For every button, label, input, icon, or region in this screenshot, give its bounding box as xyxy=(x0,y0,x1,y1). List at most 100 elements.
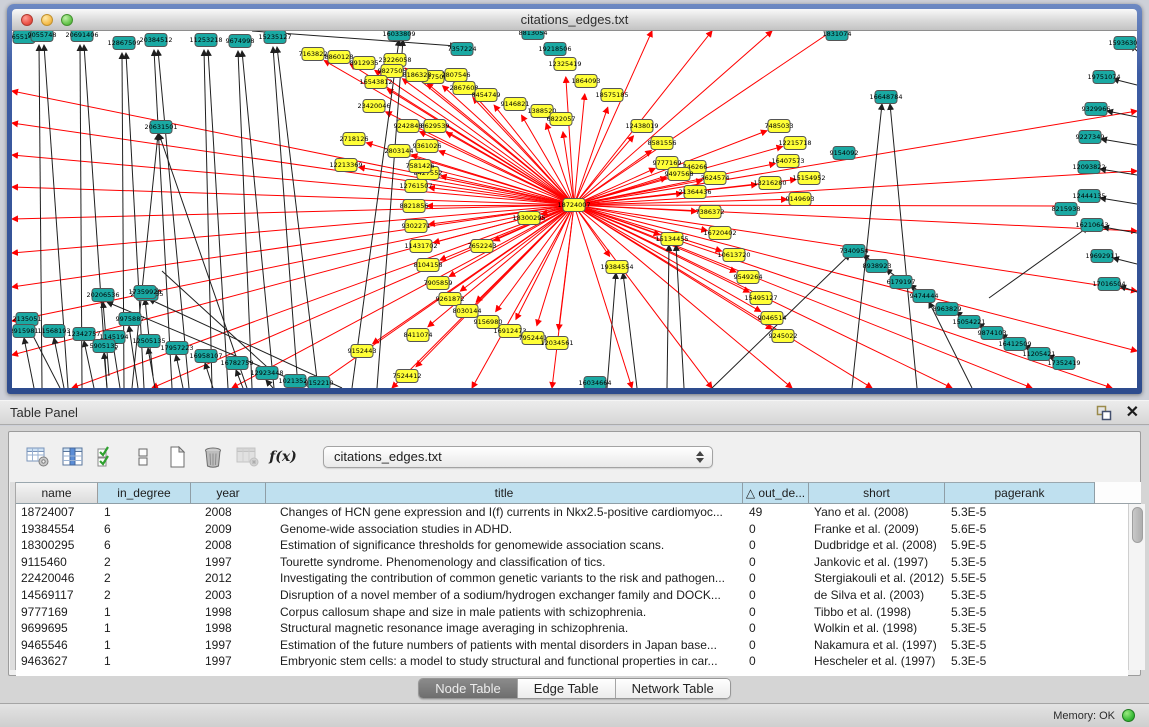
delete-column-icon[interactable] xyxy=(200,445,226,469)
cell[interactable]: 2012 xyxy=(191,570,266,587)
cell[interactable]: 0 xyxy=(743,620,809,637)
cell[interactable]: 0 xyxy=(743,653,809,670)
cell[interactable]: Estimation of significance thresholds fo… xyxy=(266,537,743,554)
column-header-in_degree[interactable]: in_degree xyxy=(98,482,191,504)
graph-node[interactable]: 5905135 xyxy=(90,340,119,353)
table-row[interactable]: 1830029562008Estimation of significance … xyxy=(16,537,1128,554)
graph-node[interactable]: 8963829 xyxy=(933,303,962,316)
graph-node-selected[interactable]: 7581426 xyxy=(406,160,435,173)
cell[interactable]: Genome-wide association studies in ADHD. xyxy=(266,521,743,538)
graph-node[interactable]: 15936302 xyxy=(1108,37,1137,50)
cell[interactable]: 1998 xyxy=(191,604,266,621)
graph-node-selected[interactable]: 16407573 xyxy=(771,155,804,168)
table-row[interactable]: 969969511998Structural magnetic resonanc… xyxy=(16,620,1128,637)
graph-node-selected[interactable]: 12215718 xyxy=(778,137,811,150)
cell[interactable]: 22420046 xyxy=(16,570,98,587)
cell[interactable]: 1997 xyxy=(191,637,266,654)
window-titlebar[interactable]: citations_edges.txt xyxy=(12,9,1137,31)
select-columns-icon[interactable] xyxy=(95,445,121,469)
tab-edge-table[interactable]: Edge Table xyxy=(518,679,616,698)
cell[interactable]: 19384554 xyxy=(16,521,98,538)
close-panel-icon[interactable]: ✕ xyxy=(1126,405,1139,421)
graph-node-selected[interactable]: 6822057 xyxy=(547,113,576,126)
cell[interactable]: 2009 xyxy=(191,521,266,538)
graph-node-selected[interactable]: 8411074 xyxy=(404,329,433,342)
graph-node-selected[interactable]: 7163822 xyxy=(299,48,328,61)
graph-node-selected[interactable]: 12438019 xyxy=(625,120,658,133)
graph-node[interactable]: 12444135 xyxy=(1072,190,1105,203)
cell[interactable]: 5.3E-5 xyxy=(945,504,1095,521)
column-header-pagerank[interactable]: pagerank xyxy=(945,482,1095,504)
cell[interactable]: 2003 xyxy=(191,587,266,604)
table-row[interactable]: 2242004622012Investigating the contribut… xyxy=(16,570,1128,587)
graph-node[interactable]: 19218506 xyxy=(538,43,571,56)
graph-node-selected[interactable]: 7485033 xyxy=(765,120,794,133)
graph-node-selected[interactable]: 7652243 xyxy=(468,240,497,253)
cell[interactable]: 1 xyxy=(98,653,191,670)
cell[interactable]: 5.3E-5 xyxy=(945,620,1095,637)
graph-node[interactable]: 16033809 xyxy=(382,31,415,41)
graph-node-selected[interactable]: 9261872 xyxy=(436,293,465,306)
cell[interactable]: Embryonic stem cells: a model to study s… xyxy=(266,653,743,670)
cell[interactable]: 0 xyxy=(743,604,809,621)
graph-node-selected[interactable]: 10613720 xyxy=(717,249,750,262)
cell[interactable]: de Silva et al. (2003) xyxy=(809,587,945,604)
graph-node[interactable]: 7357224 xyxy=(448,43,477,56)
cell[interactable]: 2 xyxy=(98,554,191,571)
graph-node-selected[interactable]: 12034561 xyxy=(540,337,573,350)
cell[interactable]: Estimation of the future numbers of pati… xyxy=(266,637,743,654)
graph-node[interactable]: 16958107 xyxy=(189,350,222,363)
cell[interactable]: 5.3E-5 xyxy=(945,604,1095,621)
cell[interactable]: 0 xyxy=(743,554,809,571)
table-selector-dropdown[interactable]: citations_edges.txt xyxy=(323,446,713,468)
network-window[interactable]: citations_edges.txt 18724007716382288601… xyxy=(7,4,1142,394)
cell[interactable]: Structural magnetic resonance image aver… xyxy=(266,620,743,637)
graph-node[interactable]: 9474444 xyxy=(910,290,939,303)
cell[interactable]: 9115460 xyxy=(16,554,98,571)
graph-node[interactable]: 9154092 xyxy=(830,147,859,160)
graph-node[interactable]: 19751074 xyxy=(1087,71,1120,84)
graph-node-selected[interactable]: 9361026 xyxy=(413,140,442,153)
graph-node[interactable]: 7340954 xyxy=(840,245,869,258)
graph-node[interactable]: 15235127 xyxy=(258,31,291,44)
cell[interactable]: 5.3E-5 xyxy=(945,587,1095,604)
graph-node[interactable]: 9055748 xyxy=(28,31,57,42)
cell[interactable]: Tourette syndrome. Phenomenology and cla… xyxy=(266,554,743,571)
table-row[interactable]: 977716911998Corpus callosum shape and si… xyxy=(16,604,1128,621)
cell[interactable]: 18300295 xyxy=(16,537,98,554)
graph-node[interactable]: 9874103 xyxy=(978,327,1007,340)
table-row[interactable]: 1872400712008Changes of HCN gene express… xyxy=(16,504,1128,521)
graph-node[interactable]: 1831074 xyxy=(823,31,852,41)
cell[interactable]: 5.3E-5 xyxy=(945,653,1095,670)
graph-node[interactable]: 20691406 xyxy=(65,31,98,42)
network-canvas[interactable]: 1872400771638228860128891293523226058982… xyxy=(12,31,1137,388)
graph-node[interactable]: 16782759 xyxy=(220,357,253,370)
graph-node-selected[interactable]: 15495127 xyxy=(744,292,777,305)
graph-node-selected[interactable]: 11431702 xyxy=(404,240,437,253)
cell[interactable]: 5.3E-5 xyxy=(945,554,1095,571)
cell[interactable]: 0 xyxy=(743,537,809,554)
graph-node-selected[interactable]: 8454749 xyxy=(472,89,501,102)
graph-node-selected[interactable]: 9046514 xyxy=(758,312,787,325)
cell[interactable]: Hescheler et al. (1997) xyxy=(809,653,945,670)
graph-node-selected[interactable]: 12325419 xyxy=(548,58,581,71)
graph-node[interactable]: 20384512 xyxy=(139,34,172,47)
cell[interactable]: 6 xyxy=(98,537,191,554)
graph-node-selected[interactable]: 7905859 xyxy=(424,277,453,290)
graph-node[interactable]: 16648784 xyxy=(869,91,902,104)
cell[interactable]: 2 xyxy=(98,587,191,604)
cell[interactable]: Wolkin et al. (1998) xyxy=(809,620,945,637)
cell[interactable]: 1 xyxy=(98,504,191,521)
graph-node-selected[interactable]: 7524412 xyxy=(393,370,422,383)
cell[interactable]: 49 xyxy=(743,504,809,521)
table-row[interactable]: 946554611997Estimation of the future num… xyxy=(16,637,1128,654)
graph-node[interactable]: 9975887 xyxy=(116,313,145,326)
graph-node-selected[interactable]: 7386372 xyxy=(696,206,725,219)
graph-node-selected[interactable]: 18575185 xyxy=(595,89,628,102)
vertical-scrollbar[interactable] xyxy=(1128,504,1145,670)
graph-node-selected[interactable]: 9497568 xyxy=(665,168,694,181)
cell[interactable]: 0 xyxy=(743,570,809,587)
table-row[interactable]: 1456911722003Disruption of a novel membe… xyxy=(16,587,1128,604)
float-panel-icon[interactable] xyxy=(1096,405,1112,421)
graph-node[interactable]: 8938923 xyxy=(863,260,892,273)
